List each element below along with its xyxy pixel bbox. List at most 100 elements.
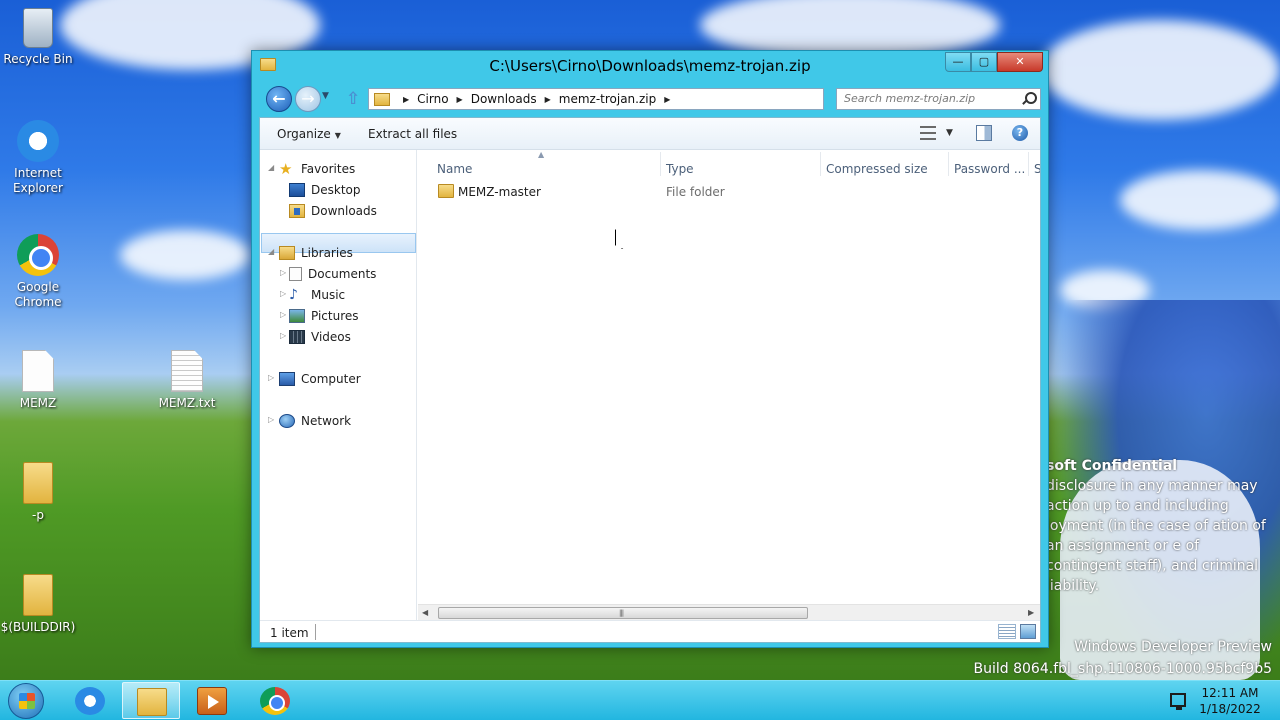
expand-libraries-icon[interactable]: ◢ — [268, 247, 274, 256]
chevron-right-icon[interactable]: ▶ — [403, 95, 409, 104]
item-count: 1 item — [270, 626, 309, 640]
nav-desktop-label: Desktop — [311, 183, 361, 197]
column-divider[interactable] — [820, 152, 821, 176]
column-header-password[interactable]: Password ... — [954, 162, 1025, 176]
breadcrumb-downloads[interactable]: Downloads — [471, 92, 537, 106]
view-options-dropdown[interactable]: ▼ — [946, 128, 953, 138]
expand-pictures-icon[interactable]: ▷ — [280, 310, 286, 319]
back-button[interactable]: ← — [266, 86, 292, 112]
status-divider — [315, 624, 316, 640]
chevron-right-icon[interactable]: ▶ — [545, 95, 551, 104]
nav-music[interactable]: ♪ Music — [289, 285, 345, 305]
taskbar-internet-explorer[interactable] — [61, 682, 119, 719]
expand-music-icon[interactable]: ▷ — [280, 289, 286, 298]
organize-button[interactable]: Organize ▼ — [277, 127, 341, 141]
column-header-type[interactable]: Type — [666, 162, 694, 176]
taskbar-file-explorer[interactable] — [122, 682, 180, 719]
expand-network-icon[interactable]: ▷ — [268, 415, 274, 424]
close-button[interactable]: ✕ — [997, 52, 1043, 72]
nav-downloads-label: Downloads — [311, 204, 377, 218]
up-button[interactable]: ⇧ — [346, 90, 362, 108]
address-bar[interactable]: ▶ Cirno ▶ Downloads ▶ memz-trojan.zip ▶ … — [368, 88, 933, 110]
nav-libraries[interactable]: Libraries — [279, 243, 353, 263]
expand-computer-icon[interactable]: ▷ — [268, 373, 274, 382]
breadcrumb-memz-trojan-zip[interactable]: memz-trojan.zip — [559, 92, 656, 106]
nav-pictures[interactable]: Pictures — [289, 306, 359, 326]
desktop-icon-label: -p — [32, 508, 44, 522]
expand-documents-icon[interactable]: ▷ — [280, 268, 286, 277]
search-box[interactable] — [836, 88, 1041, 110]
desktop-icon-label: Recycle Bin — [3, 52, 73, 66]
maximize-button[interactable]: ▢ — [971, 52, 997, 72]
nav-videos-label: Videos — [311, 330, 351, 344]
column-divider[interactable] — [948, 152, 949, 176]
folder-icon — [438, 184, 454, 198]
nav-music-label: Music — [311, 288, 346, 302]
arrow-left-icon: ← — [272, 89, 286, 108]
column-divider[interactable] — [1028, 152, 1029, 176]
computer-icon — [279, 372, 295, 386]
desktop-icon-memz[interactable]: MEMZ — [0, 350, 76, 411]
extract-all-files-button[interactable]: Extract all files — [368, 127, 457, 141]
expand-videos-icon[interactable]: ▷ — [280, 331, 286, 340]
folder-icon — [23, 462, 53, 504]
navigation-pane: ◢ ★ Favorites Desktop Downloads ◢ Librar… — [260, 150, 417, 620]
taskbar-google-chrome[interactable] — [246, 682, 304, 719]
star-icon: ★ — [279, 160, 293, 178]
nav-desktop[interactable]: Desktop — [289, 180, 361, 200]
start-button[interactable] — [8, 683, 44, 719]
nav-computer[interactable]: Computer — [279, 369, 361, 389]
large-icons-view-icon[interactable] — [1020, 624, 1036, 639]
desktop-icon-google-chrome[interactable]: Google Chrome — [0, 234, 76, 310]
scroll-left-icon[interactable]: ◀ — [422, 608, 428, 617]
watermark-title: soft Confidential — [1046, 458, 1178, 474]
search-input[interactable] — [844, 92, 1014, 105]
nav-downloads[interactable]: Downloads — [289, 201, 377, 221]
column-header-name[interactable]: Name — [437, 162, 472, 176]
column-divider[interactable] — [660, 152, 661, 176]
expand-favorites-icon[interactable]: ◢ — [268, 163, 274, 172]
desktop-icon — [289, 183, 305, 197]
details-view-icon[interactable] — [998, 624, 1016, 639]
network-tray-icon[interactable] — [1170, 693, 1186, 710]
documents-icon — [289, 267, 302, 281]
scroll-right-icon[interactable]: ▶ — [1028, 608, 1034, 617]
title-bar[interactable]: C:\Users\Cirno\Downloads\memz-trojan.zip… — [252, 51, 1048, 81]
desktop-icon-p-folder[interactable]: -p — [0, 462, 76, 523]
recent-locations-dropdown[interactable]: ▼ — [322, 91, 334, 105]
file-row[interactable]: MEMZ-master File folder — [418, 181, 1038, 203]
file-list: ▲ Name Type Compressed size Password ...… — [418, 150, 1040, 620]
network-icon — [279, 414, 295, 428]
minimize-button[interactable]: — — [945, 52, 971, 72]
horizontal-scrollbar[interactable]: ◀ ||| ▶ — [418, 604, 1040, 620]
scrollbar-thumb[interactable]: ||| — [438, 607, 808, 619]
taskbar-media-player[interactable] — [183, 682, 241, 719]
nav-videos[interactable]: Videos — [289, 327, 351, 347]
desktop-icon-internet-explorer[interactable]: Internet Explorer — [0, 120, 76, 196]
column-header-compressed-size[interactable]: Compressed size — [826, 162, 928, 176]
google-chrome-icon — [17, 234, 59, 276]
nav-network[interactable]: Network — [279, 411, 351, 431]
recycle-bin-icon — [23, 8, 53, 48]
forward-button[interactable]: → — [295, 86, 321, 112]
downloads-icon — [289, 204, 305, 218]
column-header-size[interactable]: Si — [1034, 162, 1040, 176]
desktop-icon-recycle-bin[interactable]: Recycle Bin — [0, 8, 76, 67]
desktop-icon-label: $(BUILDDIR) — [0, 620, 76, 634]
chevron-right-icon[interactable]: ▶ — [664, 95, 670, 104]
help-icon[interactable]: ? — [1012, 125, 1028, 141]
media-player-icon — [197, 687, 227, 715]
nav-documents[interactable]: Documents — [289, 264, 376, 284]
chevron-right-icon[interactable]: ▶ — [457, 95, 463, 104]
internet-explorer-icon — [17, 120, 59, 162]
nav-favorites[interactable]: ★ Favorites — [279, 159, 355, 179]
search-icon[interactable] — [1021, 92, 1037, 106]
desktop-icon-builddir-folder[interactable]: $(BUILDDIR) — [0, 574, 76, 635]
clock[interactable]: 12:11 AM 1/18/2022 — [1196, 685, 1264, 717]
desktop-icon-memz-txt[interactable]: MEMZ.txt — [149, 350, 225, 411]
change-view-icon[interactable] — [920, 126, 936, 140]
breadcrumb-cirno[interactable]: Cirno — [417, 92, 448, 106]
pictures-icon — [289, 309, 305, 323]
preview-pane-icon[interactable] — [976, 125, 992, 141]
folder-icon — [374, 93, 390, 106]
